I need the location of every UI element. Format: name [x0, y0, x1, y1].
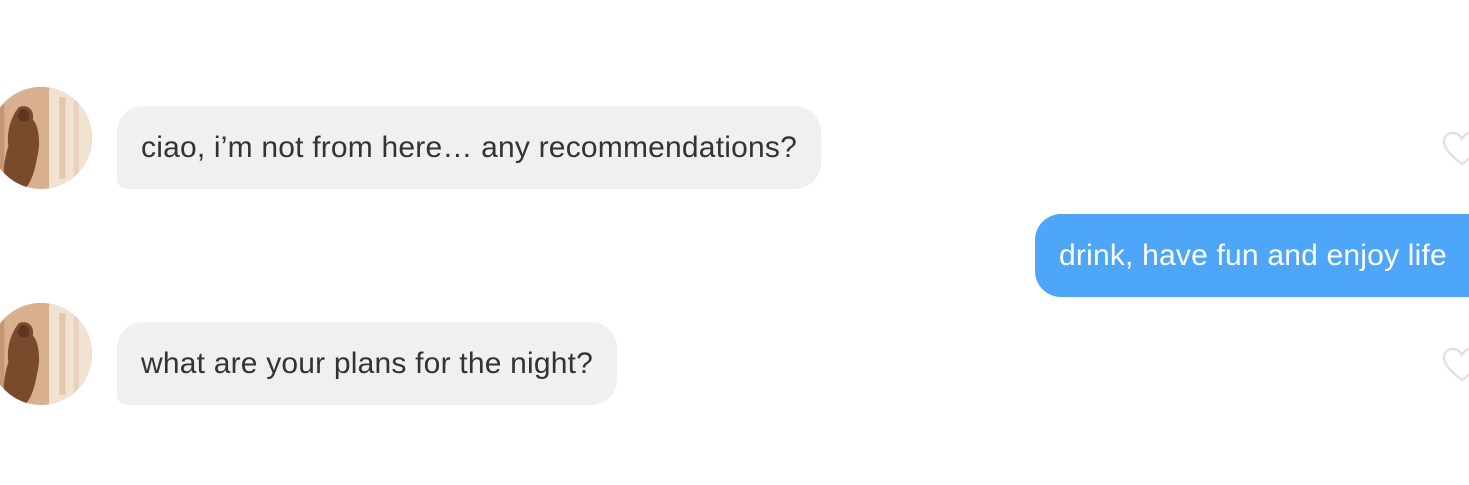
message-text: ciao, i’m not from here… any recommendat…	[141, 130, 797, 164]
message-text: what are your plans for the night?	[141, 346, 594, 380]
received-message-bubble[interactable]: ciao, i’m not from here… any recommendat…	[117, 106, 821, 189]
like-message-heart-icon[interactable]	[1442, 131, 1469, 167]
profile-photo-icon	[0, 303, 92, 405]
chat-thread: ciao, i’m not from here… any recommendat…	[0, 0, 1469, 485]
like-message-heart-icon[interactable]	[1442, 347, 1469, 383]
match-avatar[interactable]	[0, 303, 92, 405]
sent-message-bubble[interactable]: drink, have fun and enjoy life	[1035, 214, 1469, 297]
match-avatar[interactable]	[0, 87, 92, 189]
profile-photo-icon	[0, 87, 92, 189]
received-message-bubble[interactable]: what are your plans for the night?	[117, 322, 618, 405]
message-text: drink, have fun and enjoy life	[1059, 238, 1447, 272]
